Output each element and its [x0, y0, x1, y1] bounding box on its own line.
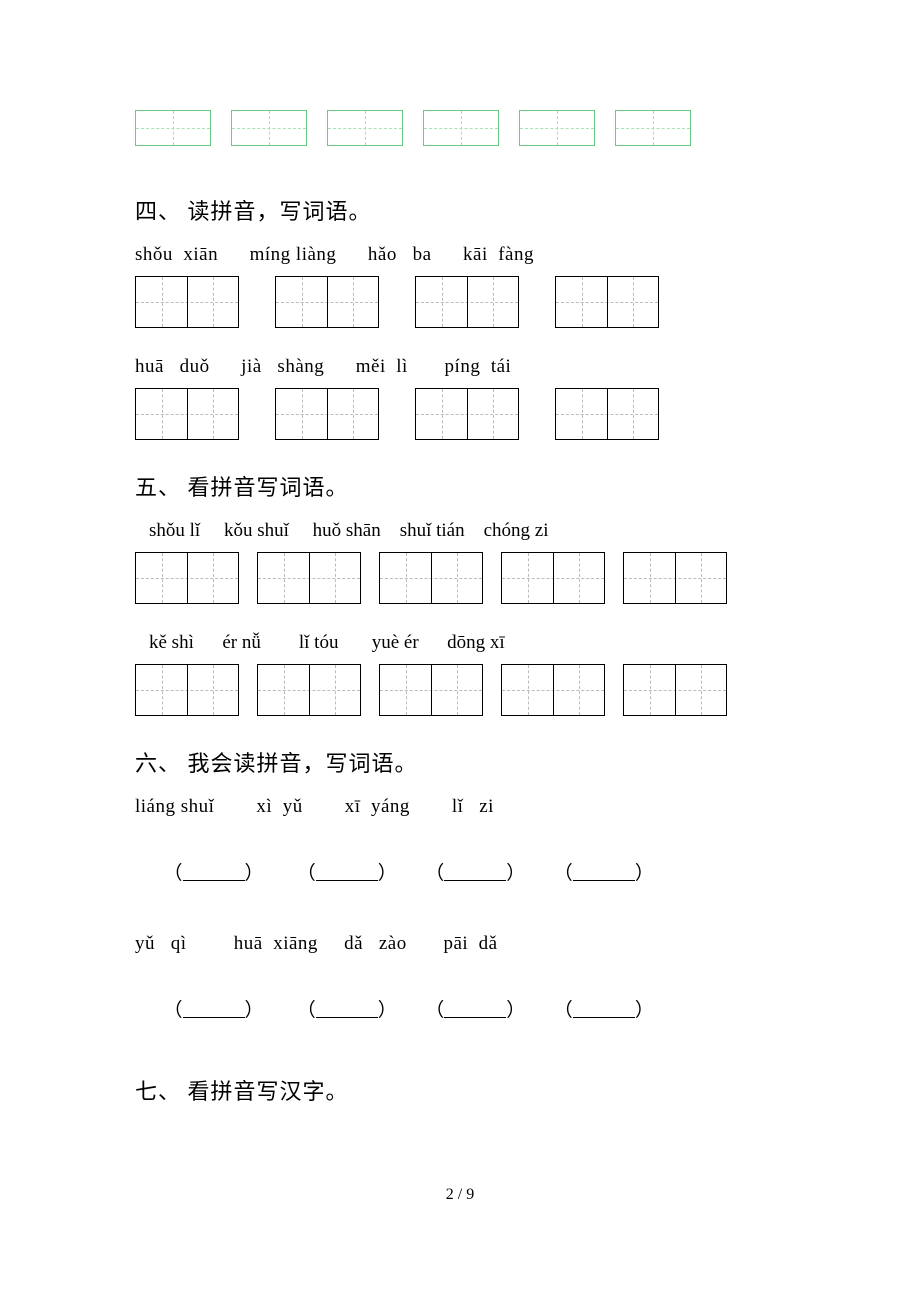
section-4-heading: 四、 读拼音，写词语。 [135, 194, 785, 226]
answer-box [379, 552, 483, 604]
answer-box [135, 552, 239, 604]
section-6-row2-answers: （） （） （） （） [135, 973, 785, 1044]
tianzige-box [231, 110, 307, 146]
answer-box [135, 276, 239, 328]
section-4-row1-pinyin: shǒu xiān míng liàng hǎo ba kāi fàng [135, 244, 785, 266]
answer-box [135, 388, 239, 440]
answer-blank [444, 1004, 506, 1018]
section-4-row2-pinyin: huā duǒ jià shàng měi lì píng tái [135, 356, 785, 378]
answer-box [501, 664, 605, 716]
answer-blank [573, 1004, 635, 1018]
section-4: 四、 读拼音，写词语。 shǒu xiān míng liàng hǎo ba … [135, 194, 785, 440]
top-green-box-row [135, 110, 785, 146]
section-5: 五、 看拼音写词语。 shǒu lǐ kǒu shuǐ huǒ shān shu… [135, 470, 785, 716]
section-5-row1-boxes [135, 552, 785, 604]
answer-box [135, 664, 239, 716]
answer-box [275, 276, 379, 328]
answer-box [555, 276, 659, 328]
section-6-row1-pinyin: liáng shuǐ xì yǔ xī yáng lǐ zi [135, 796, 785, 818]
answer-blank [573, 867, 635, 881]
section-5-row1-pinyin: shǒu lǐ kǒu shuǐ huǒ shān shuǐ tián chón… [149, 520, 785, 542]
tianzige-box [423, 110, 499, 146]
tianzige-box [135, 110, 211, 146]
section-7: 七、 看拼音写汉字。 [135, 1074, 785, 1106]
answer-blank [316, 1004, 378, 1018]
answer-box [275, 388, 379, 440]
answer-box [379, 664, 483, 716]
section-7-heading: 七、 看拼音写汉字。 [135, 1074, 785, 1106]
tianzige-box [519, 110, 595, 146]
answer-box [415, 276, 519, 328]
section-4-row1-boxes [135, 276, 785, 328]
section-5-row2-boxes [135, 664, 785, 716]
section-5-row2-pinyin: kě shì ér nǚ lǐ tóu yuè ér dōng xī [149, 632, 785, 654]
answer-box [501, 552, 605, 604]
section-4-row2-boxes [135, 388, 785, 440]
page-number: 2 / 9 [135, 1186, 785, 1204]
answer-blank [183, 867, 245, 881]
section-6-row1-answers: （） （） （） （） [135, 836, 785, 907]
answer-blank [444, 867, 506, 881]
section-6: 六、 我会读拼音，写词语。 liáng shuǐ xì yǔ xī yáng l… [135, 746, 785, 1044]
answer-box [555, 388, 659, 440]
answer-box [257, 552, 361, 604]
tianzige-box [615, 110, 691, 146]
answer-box [623, 552, 727, 604]
answer-box [257, 664, 361, 716]
tianzige-box [327, 110, 403, 146]
answer-blank [183, 1004, 245, 1018]
section-6-heading: 六、 我会读拼音，写词语。 [135, 746, 785, 778]
section-6-row2-pinyin: yǔ qì huā xiāng dǎ zào pāi dǎ [135, 933, 785, 955]
answer-box [623, 664, 727, 716]
answer-blank [316, 867, 378, 881]
answer-box [415, 388, 519, 440]
section-5-heading: 五、 看拼音写词语。 [135, 470, 785, 502]
